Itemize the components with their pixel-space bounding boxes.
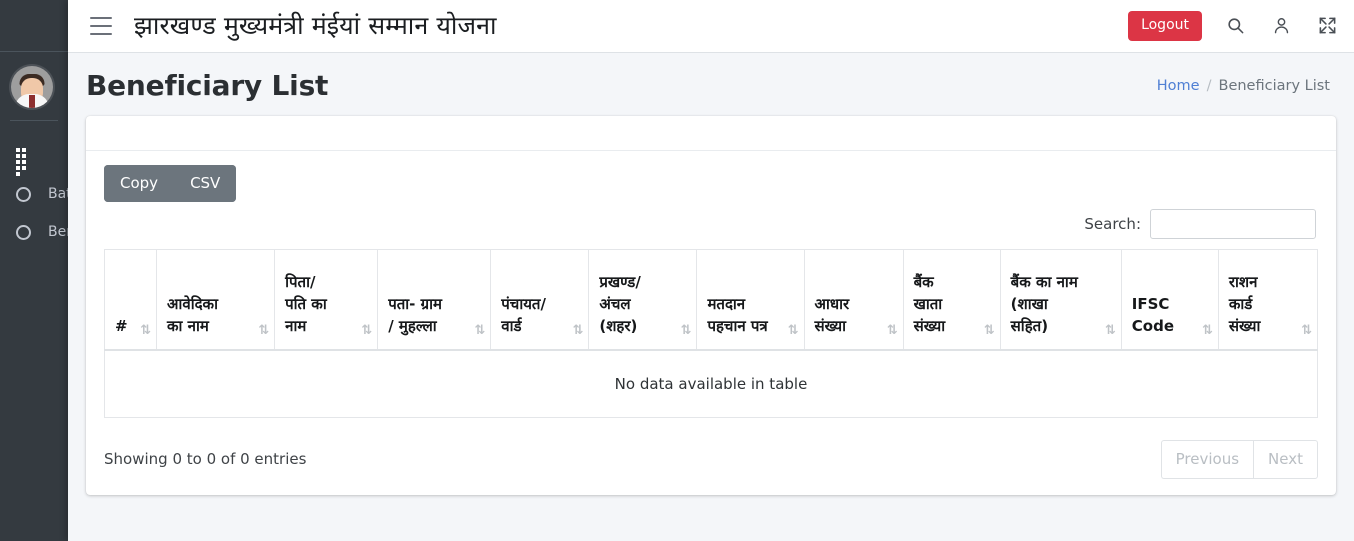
datatable-filter: Search:	[104, 209, 1318, 239]
search-label: Search:	[1084, 215, 1141, 233]
column-header-ifsc[interactable]: IFSC Code ⇅	[1120, 249, 1219, 351]
sort-icon: ⇅	[680, 322, 692, 338]
circle-icon	[16, 186, 38, 202]
column-header-account-no[interactable]: बैंक खाता संख्या ⇅	[902, 249, 1001, 351]
content-header: Beneficiary List Home / Beneficiary List	[68, 53, 1354, 116]
sort-icon: ⇅	[572, 322, 583, 338]
sidebar-item-batch[interactable]: Bat	[0, 175, 68, 213]
avatar-tie	[29, 95, 35, 108]
pagination: Previous Next	[1160, 439, 1318, 479]
grid-icon	[16, 147, 38, 176]
sort-icon: ⇅	[886, 322, 898, 338]
sort-icon: ⇅	[474, 322, 485, 338]
datatable-info: Showing 0 to 0 of 0 entries	[104, 450, 307, 468]
column-header-block[interactable]: प्रखण्ड/अंचल (शहर) ⇅	[588, 249, 698, 351]
previous-page-button[interactable]: Previous	[1160, 439, 1254, 479]
column-header-panchayat[interactable]: पंचायत/वार्ड ⇅	[490, 249, 590, 351]
sidebar-item-label: Bat	[48, 186, 68, 202]
breadcrumb-current: Beneficiary List	[1218, 77, 1331, 94]
column-header-bank-name[interactable]: बैंक का नाम (शाखा सहित) ⇅	[999, 249, 1122, 351]
avatar	[11, 66, 53, 108]
column-header-ration-card[interactable]: राशन कार्ड संख्या ⇅	[1217, 249, 1319, 351]
beneficiary-card: Copy CSV Search: # ⇅ आवेदिका का नाम ⇅ पि…	[86, 116, 1336, 495]
datatable-export-buttons: Copy CSV	[104, 165, 237, 202]
logout-button[interactable]: Logout	[1128, 11, 1202, 41]
fullscreen-icon[interactable]	[1314, 13, 1340, 39]
column-header-father[interactable]: पिता/पति का नाम ⇅	[274, 249, 379, 351]
card-body: Copy CSV Search: # ⇅ आवेदिका का नाम ⇅ पि…	[86, 151, 1336, 495]
search-input[interactable]	[1150, 209, 1316, 239]
app-root: Bat Ben झारखण्ड मुख्यमंत्री मंईयां सम्मा…	[0, 0, 1354, 541]
empty-message: No data available in table	[104, 349, 1318, 418]
breadcrumb-home-link[interactable]: Home	[1157, 78, 1200, 94]
sort-icon: ⇅	[787, 322, 799, 338]
csv-button[interactable]: CSV	[174, 165, 237, 202]
sort-icon: ⇅	[361, 322, 372, 338]
sort-icon: ⇅	[140, 322, 151, 338]
column-header-address[interactable]: पता- ग्राम / मुहल्ला ⇅	[377, 249, 492, 351]
sidebar-item-beneficiary[interactable]: Ben	[0, 213, 68, 251]
sidebar-item-label: Ben	[48, 224, 68, 240]
sort-icon: ⇅	[1301, 322, 1312, 338]
card-header	[86, 116, 1336, 151]
user-icon[interactable]	[1268, 13, 1294, 39]
column-header-aadhaar[interactable]: आधार संख्या ⇅	[803, 249, 904, 351]
table-head: # ⇅ आवेदिका का नाम ⇅ पिता/पति का नाम ⇅ पता- ग…	[103, 249, 1319, 351]
table-header-row: # ⇅ आवेदिका का नाम ⇅ पिता/पति का नाम ⇅ पता- ग…	[103, 249, 1319, 351]
hamburger-icon[interactable]	[90, 17, 112, 35]
sort-icon: ⇅	[983, 322, 995, 338]
search-icon[interactable]	[1222, 13, 1248, 39]
beneficiary-table: # ⇅ आवेदिका का नाम ⇅ पिता/पति का नाम ⇅ पता- ग…	[103, 249, 1319, 418]
copy-button[interactable]: Copy	[104, 165, 175, 202]
sidebar-nav: Bat Ben	[0, 121, 68, 251]
app-title: झारखण्ड मुख्यमंत्री मंईयां सम्मान योजना	[134, 11, 497, 40]
sidebar-brand-bar	[0, 0, 68, 52]
content-wrapper: झारखण्ड मुख्यमंत्री मंईयां सम्मान योजना …	[68, 0, 1354, 541]
breadcrumb-separator: /	[1206, 77, 1212, 94]
sidebar-user-panel[interactable]	[0, 52, 68, 108]
sidebar-item-dashboard[interactable]	[0, 137, 68, 176]
next-page-button[interactable]: Next	[1253, 439, 1318, 479]
page-title: Beneficiary List	[86, 69, 329, 102]
sort-icon: ⇅	[1104, 322, 1116, 338]
top-navbar: झारखण्ड मुख्यमंत्री मंईयां सम्मान योजना …	[68, 0, 1354, 53]
navbar-actions: Logout	[1128, 11, 1340, 41]
column-header-voter-id[interactable]: मतदान पहचान पत्र ⇅	[696, 249, 805, 351]
column-header-index[interactable]: # ⇅	[103, 249, 158, 351]
table-empty-row: No data available in table	[104, 349, 1318, 418]
sidebar: Bat Ben	[0, 0, 68, 541]
circle-icon	[16, 224, 38, 240]
column-header-applicant[interactable]: आवेदिका का नाम ⇅	[156, 249, 276, 351]
datatable-footer: Showing 0 to 0 of 0 entries Previous Nex…	[104, 439, 1318, 479]
sort-icon: ⇅	[1201, 322, 1213, 338]
breadcrumb: Home / Beneficiary List	[1157, 78, 1330, 94]
table-body: No data available in table	[104, 349, 1318, 418]
sort-icon: ⇅	[258, 322, 269, 338]
